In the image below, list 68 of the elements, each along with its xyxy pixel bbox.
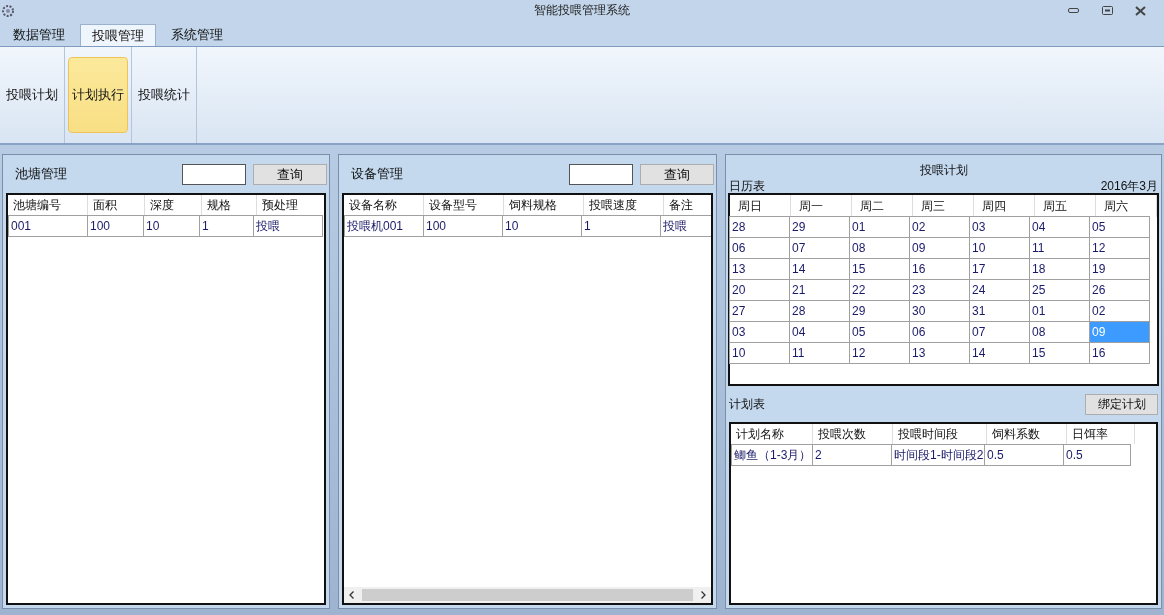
column-header[interactable]: 池塘编号 [8, 195, 88, 215]
table-cell: 投喂 [253, 215, 323, 237]
column-header[interactable]: 计划名称 [731, 424, 813, 444]
query-button[interactable]: 查询 [253, 163, 327, 185]
weekday-header: 周三 [913, 195, 974, 217]
table-cell: 鲫鱼（1-3月） [731, 444, 813, 466]
calendar-day[interactable]: 26 [1089, 279, 1150, 301]
query-button[interactable]: 查询 [640, 163, 714, 185]
bind-plan-button[interactable]: 绑定计划 [1085, 393, 1158, 415]
table-cell: 时间段1-时间段2 [891, 444, 985, 466]
search-field[interactable] [182, 163, 246, 185]
weekday-header: 周五 [1035, 195, 1096, 217]
calendar-day[interactable]: 05 [1089, 216, 1150, 238]
weekday-header: 周六 [1096, 195, 1157, 217]
ribbon-tab[interactable]: 数据管理 [2, 24, 76, 46]
ribbon-tab[interactable]: 投喂管理 [80, 24, 156, 46]
ribbon-button[interactable]: 计划执行 [68, 57, 128, 133]
search-field[interactable] [569, 163, 633, 185]
column-header[interactable]: 备注 [664, 195, 711, 215]
column-header[interactable]: 日饵率 [1067, 424, 1135, 444]
calendar-day[interactable]: 19 [1089, 258, 1150, 280]
close-icon[interactable] [1135, 6, 1146, 16]
table-cell: 2 [812, 444, 892, 466]
ribbon-button[interactable]: 投喂计划 [3, 57, 61, 133]
settings-icon[interactable] [1, 4, 15, 18]
column-header[interactable]: 预处理 [257, 195, 324, 215]
column-header[interactable]: 深度 [145, 195, 202, 215]
calendar-day[interactable]: 16 [1089, 342, 1150, 364]
weekday-header: 周一 [791, 195, 852, 217]
column-header[interactable]: 设备名称 [344, 195, 424, 215]
column-header[interactable]: 饲料规格 [504, 195, 584, 215]
weekday-header: 周二 [852, 195, 913, 217]
column-header[interactable]: 投喂次数 [813, 424, 893, 444]
table-cell: 10 [143, 215, 200, 237]
table-cell: 0.5 [984, 444, 1064, 466]
table-cell: 001 [8, 215, 88, 237]
panel-title: 投喂计划 [918, 162, 969, 177]
ribbon-button[interactable]: 投喂统计 [135, 57, 193, 133]
maximize-icon[interactable] [1102, 6, 1113, 16]
table-cell: 0.5 [1063, 444, 1131, 466]
panel-title: 池塘管理 [15, 165, 68, 184]
scrollbar-thumb[interactable] [362, 589, 693, 601]
calendar-day[interactable]: 12 [1089, 237, 1150, 259]
horizontal-scrollbar[interactable] [344, 587, 711, 603]
weekday-header: 周四 [974, 195, 1035, 217]
ribbon-tab[interactable]: 系统管理 [160, 24, 234, 46]
table-cell: 投喂机001 [344, 215, 424, 237]
window-title: 智能投喂管理系统 [533, 2, 631, 19]
calendar-day[interactable]: 28 [729, 216, 790, 238]
calendar-day[interactable]: 10 [729, 342, 790, 364]
table-cell: 1 [581, 215, 661, 237]
column-header[interactable]: 投喂速度 [584, 195, 664, 215]
column-header[interactable]: 规格 [202, 195, 257, 215]
calendar-label: 日历表 [729, 178, 765, 193]
table-cell: 1 [199, 215, 254, 237]
minimize-icon[interactable] [1068, 8, 1080, 14]
month-label: 2016年3月 [1100, 178, 1158, 193]
column-header[interactable]: 饲料系数 [987, 424, 1067, 444]
panel-title: 设备管理 [351, 165, 404, 184]
column-header[interactable]: 投喂时间段 [893, 424, 987, 444]
column-header[interactable]: 设备型号 [424, 195, 504, 215]
column-header[interactable]: 面积 [88, 195, 145, 215]
table-cell: 10 [502, 215, 582, 237]
table-cell: 100 [423, 215, 503, 237]
table-cell: 投喂 [660, 215, 711, 237]
table-cell: 100 [87, 215, 144, 237]
weekday-header: 周日 [730, 195, 791, 217]
schedule-title: 计划表 [729, 396, 765, 413]
